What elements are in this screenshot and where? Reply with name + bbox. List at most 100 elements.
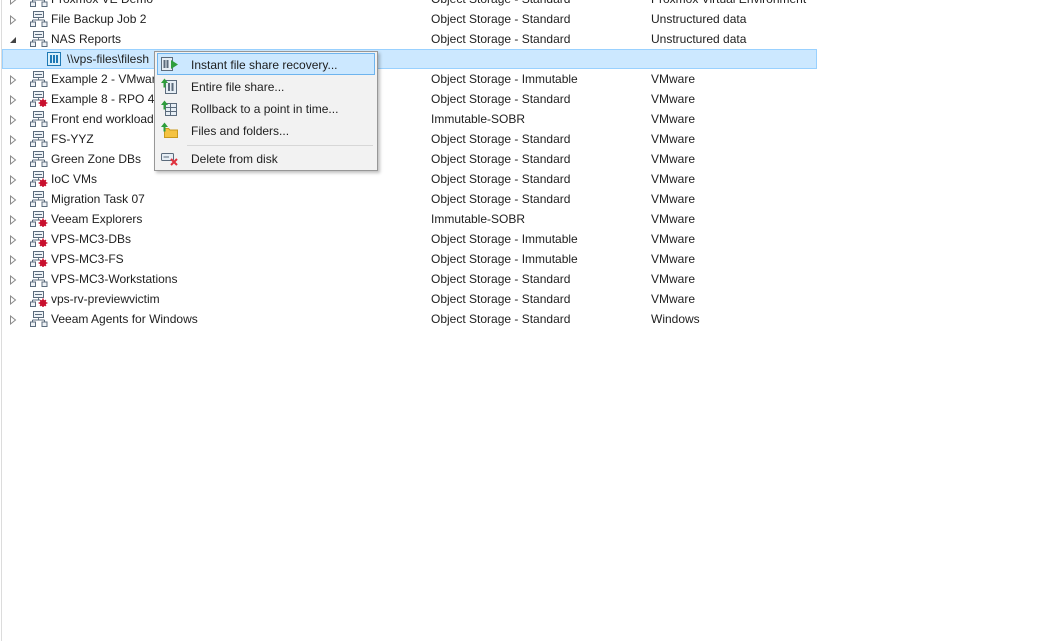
- tree-row[interactable]: Migration Task 07 Object Storage - Standa…: [2, 189, 817, 209]
- backup-job-warning-icon: [30, 231, 48, 247]
- collapsed-arrow-icon[interactable]: [8, 74, 18, 86]
- platform-cell: Unstructured data: [651, 32, 747, 46]
- platform-cell: VMware: [651, 252, 696, 266]
- backup-job-icon: [30, 111, 48, 127]
- tree-row[interactable]: vps-rv-previewvictim Object Storage - Sta…: [2, 289, 817, 309]
- repository-cell: Object Storage - Standard: [431, 192, 571, 206]
- platform-cell: Windows: [651, 312, 700, 326]
- backup-job-icon: [30, 191, 48, 207]
- job-name: Example 8 - RPO 4 I: [51, 92, 162, 106]
- tree-row[interactable]: NAS Reports Object Storage - Standard Unst…: [2, 29, 817, 49]
- job-name: Front end workload: [51, 112, 154, 126]
- tree-row[interactable]: Veeam Explorers Immutable-SOBR VMware: [2, 209, 817, 229]
- backup-job-warning-icon: [30, 291, 48, 307]
- collapsed-arrow-icon[interactable]: [8, 214, 18, 226]
- menu-item-instant-file-share-recovery[interactable]: Instant file share recovery...: [157, 53, 375, 75]
- tree-row[interactable]: Green Zone DBs Object Storage - Standard V…: [2, 149, 817, 169]
- platform-cell: VMware: [651, 92, 696, 106]
- platform-cell: VMware: [651, 192, 696, 206]
- collapsed-arrow-icon[interactable]: [8, 194, 18, 206]
- tree-row[interactable]: FS-YYZ Object Storage - Standard VMware: [2, 129, 817, 149]
- backup-job-icon: [30, 271, 48, 287]
- backup-job-warning-icon: [30, 251, 48, 267]
- collapsed-arrow-icon[interactable]: [8, 134, 18, 146]
- repository-cell: Object Storage - Standard: [431, 92, 571, 106]
- repository-cell: Object Storage - Standard: [431, 12, 571, 26]
- collapsed-arrow-icon[interactable]: [8, 94, 18, 106]
- job-name: IoC VMs: [51, 172, 98, 186]
- platform-cell: VMware: [651, 232, 696, 246]
- backup-job-icon: [30, 0, 48, 7]
- tree-row[interactable]: Veeam Agents for Windows Object Storage -…: [2, 309, 817, 329]
- job-name: Migration Task 07: [51, 192, 145, 206]
- expanded-arrow-icon[interactable]: [8, 34, 18, 44]
- job-name: Proxmox VE Demo: [51, 0, 153, 6]
- collapsed-arrow-icon[interactable]: [8, 114, 18, 126]
- backup-job-icon: [30, 131, 48, 147]
- repository-cell: Object Storage - Standard: [431, 272, 571, 286]
- repository-cell: Object Storage - Immutable: [431, 72, 578, 86]
- job-name: VPS-MC3-Workstations: [51, 272, 178, 286]
- backup-job-icon: [30, 31, 48, 47]
- tree-row[interactable]: Example 2 - VMwar Object Storage - Immuta…: [2, 69, 817, 89]
- tree-row-file-share[interactable]: \\vps-files\filesh: [2, 49, 817, 69]
- job-name: File Backup Job 2: [51, 12, 147, 26]
- menu-item-delete-from-disk[interactable]: Delete from disk: [157, 147, 375, 169]
- job-name: Veeam Explorers: [51, 212, 143, 226]
- platform-cell: VMware: [651, 172, 696, 186]
- collapsed-arrow-icon[interactable]: [8, 154, 18, 166]
- collapsed-arrow-icon[interactable]: [8, 274, 18, 286]
- collapsed-arrow-icon[interactable]: [8, 174, 18, 186]
- menu-separator: [187, 145, 373, 146]
- context-menu: Instant file share recovery... Entire fi…: [154, 51, 378, 171]
- tree-row[interactable]: File Backup Job 2 Object Storage - Standa…: [2, 9, 817, 29]
- entire-share-icon: [161, 78, 177, 94]
- menu-item-rollback[interactable]: Rollback to a point in time...: [157, 97, 375, 119]
- job-name: NAS Reports: [51, 32, 122, 46]
- collapsed-arrow-icon[interactable]: [8, 294, 18, 306]
- tree-row[interactable]: VPS-MC3-FS Object Storage - Immutable VMwa…: [2, 249, 817, 269]
- job-name: Green Zone DBs: [51, 152, 142, 166]
- repository-cell: Immutable-SOBR: [431, 212, 526, 226]
- tree-row[interactable]: Example 8 - RPO 4 I Object Storage - Stan…: [2, 89, 817, 109]
- tree-row[interactable]: IoC VMs Object Storage - Standard VMware: [2, 169, 817, 189]
- job-name: Veeam Agents for Windows: [51, 312, 198, 326]
- menu-item-label: Files and folders...: [191, 124, 290, 138]
- tree-row[interactable]: Front end workload Immutable-SOBR VMware: [2, 109, 817, 129]
- tree-row[interactable]: VPS-MC3-DBs Object Storage - Immutable VMw…: [2, 229, 817, 249]
- platform-cell: Unstructured data: [651, 12, 747, 26]
- backup-job-icon: [30, 151, 48, 167]
- menu-item-label: Rollback to a point in time...: [191, 102, 339, 116]
- tree-row[interactable]: Proxmox VE Demo Object Storage - Standard…: [2, 0, 817, 9]
- platform-cell: VMware: [651, 152, 696, 166]
- menu-item-files-and-folders[interactable]: Files and folders...: [157, 119, 375, 141]
- collapsed-arrow-icon[interactable]: [8, 14, 18, 26]
- collapsed-arrow-icon[interactable]: [8, 234, 18, 246]
- backup-job-warning-icon: [30, 171, 48, 187]
- backup-job-icon: [30, 71, 48, 87]
- repository-cell: Object Storage - Standard: [431, 172, 571, 186]
- tree-row[interactable]: VPS-MC3-Workstations Object Storage - Sta…: [2, 269, 817, 289]
- menu-item-label: Entire file share...: [191, 80, 285, 94]
- job-name: FS-YYZ: [51, 132, 94, 146]
- repository-cell: Object Storage - Standard: [431, 292, 571, 306]
- collapsed-arrow-icon[interactable]: [8, 314, 18, 326]
- backup-job-icon: [30, 11, 48, 27]
- collapsed-arrow-icon[interactable]: [8, 0, 18, 6]
- job-name: \\vps-files\filesh: [67, 52, 150, 66]
- repository-cell: Object Storage - Standard: [431, 132, 571, 146]
- platform-cell: VMware: [651, 212, 696, 226]
- menu-item-label: Delete from disk: [191, 152, 278, 166]
- job-name: vps-rv-previewvictim: [51, 292, 160, 306]
- collapsed-arrow-icon[interactable]: [8, 254, 18, 266]
- instant-recovery-icon: [161, 56, 178, 72]
- repository-cell: Immutable-SOBR: [431, 112, 526, 126]
- platform-cell: VMware: [651, 292, 696, 306]
- repository-cell: Object Storage - Standard: [431, 312, 571, 326]
- job-name: VPS-MC3-FS: [51, 252, 124, 266]
- platform-cell: VMware: [651, 272, 696, 286]
- repository-cell: Object Storage - Immutable: [431, 252, 578, 266]
- delete-disk-icon: [161, 150, 178, 166]
- platform-cell: VMware: [651, 112, 696, 126]
- menu-item-entire-file-share[interactable]: Entire file share...: [157, 75, 375, 97]
